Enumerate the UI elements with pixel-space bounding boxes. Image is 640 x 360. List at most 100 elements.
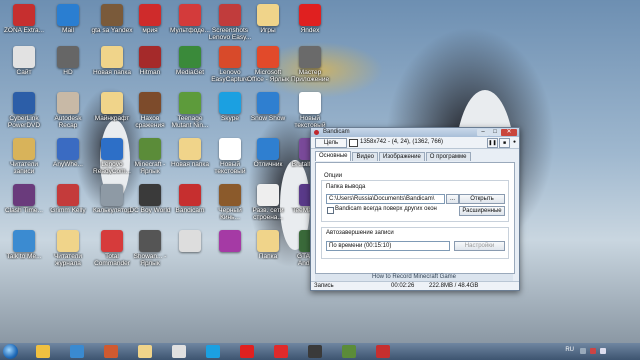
desktop-icon-label: HD bbox=[63, 69, 73, 76]
desktop-icon[interactable]: Teenage Mutant Nin... bbox=[168, 90, 212, 140]
app-icon bbox=[257, 184, 279, 206]
taskbar-app-icon[interactable] bbox=[376, 345, 390, 358]
taskbar-app-icon[interactable] bbox=[240, 345, 254, 358]
desktop-icon[interactable]: CyberLink PowerDVD bbox=[2, 90, 46, 140]
desktop-icon[interactable]: Talk to Me... bbox=[2, 228, 46, 278]
desktop-icon[interactable]: Читатели записи bbox=[2, 136, 46, 186]
output-folder-field[interactable]: C:\Users\Russia\Documents\Bandicam\ bbox=[326, 194, 445, 204]
desktop-icon[interactable]: Мастер Приложение bbox=[288, 44, 332, 94]
bandicam-titlebar[interactable]: Bandicam – □ ✕ bbox=[311, 128, 519, 137]
taskbar-app-icon[interactable] bbox=[70, 345, 84, 358]
desktop-icon[interactable]: Читатели журнала bbox=[46, 228, 90, 278]
app-icon bbox=[257, 230, 279, 252]
app-icon bbox=[139, 92, 161, 114]
app-icon bbox=[219, 230, 241, 252]
minimize-button[interactable]: – bbox=[477, 129, 489, 136]
app-icon bbox=[57, 230, 79, 252]
taskbar-app-icon[interactable] bbox=[172, 345, 186, 358]
desktop-icon[interactable]: AnyWhe... bbox=[46, 136, 90, 186]
tab-general[interactable]: Основные bbox=[315, 151, 352, 161]
desktop-icon-label: Отличник bbox=[253, 161, 283, 168]
taskbar-app-icon[interactable] bbox=[36, 345, 50, 358]
always-on-top-checkbox[interactable] bbox=[327, 207, 334, 214]
bandicam-tabs: Основные Видео Изображение О программе bbox=[311, 151, 519, 161]
desktop-icon[interactable]: Bandicam bbox=[168, 182, 212, 232]
app-icon bbox=[13, 46, 35, 68]
desktop-icon[interactable]: Hitman bbox=[128, 44, 172, 94]
desktop-icon-label: Snow Show bbox=[250, 115, 286, 122]
desktop-icon[interactable]: Разв. сети строена... bbox=[246, 182, 290, 232]
desktop-icon-label: Showan... - Ярлык bbox=[133, 253, 167, 267]
app-icon bbox=[139, 46, 161, 68]
desktop-icon[interactable] bbox=[168, 228, 212, 278]
desktop-icon[interactable]: Autodesk Recap bbox=[46, 90, 90, 140]
desktop-icon[interactable]: DC Boy World bbox=[128, 182, 172, 232]
desktop-icon[interactable]: Grimm Kelly bbox=[46, 182, 90, 232]
desktop-icon[interactable]: MediaGet bbox=[168, 44, 212, 94]
taskbar-app-icon[interactable] bbox=[138, 345, 152, 358]
taskbar-app-icon[interactable] bbox=[104, 345, 118, 358]
desktop-icon[interactable]: Showan... - Ярлык bbox=[128, 228, 172, 278]
autostop-field[interactable]: По времени (00:15:10) bbox=[326, 241, 450, 251]
desktop-icon[interactable]: Папка bbox=[246, 228, 290, 278]
autostop-settings-button[interactable]: Настройки bbox=[454, 241, 505, 251]
app-icon bbox=[101, 4, 123, 26]
taskbar-app-icon[interactable] bbox=[308, 345, 322, 358]
app-icon bbox=[13, 4, 35, 26]
language-indicator[interactable]: RU bbox=[565, 347, 574, 353]
start-button[interactable] bbox=[3, 344, 18, 359]
desktop-icon-label: Новая папка bbox=[171, 161, 209, 168]
network-icon[interactable] bbox=[580, 348, 586, 354]
stop-button[interactable]: ■ bbox=[499, 138, 510, 148]
app-icon bbox=[257, 46, 279, 68]
target-button[interactable]: Цель bbox=[315, 138, 347, 148]
options-group-title: Опции bbox=[324, 173, 343, 179]
status-bar: Запись 00:02:26 222.8MB / 48.4GB bbox=[311, 281, 519, 290]
app-icon bbox=[13, 230, 35, 252]
app-icon bbox=[219, 138, 241, 160]
volume-icon[interactable] bbox=[600, 348, 606, 354]
taskbar-app-icon[interactable] bbox=[274, 345, 288, 358]
help-banner-link[interactable]: How to Record Minecraft Game bbox=[315, 274, 513, 281]
desktop-icon[interactable]: Новая папка bbox=[168, 136, 212, 186]
desktop-icon-label: Сайт bbox=[16, 69, 32, 76]
record-button[interactable]: ● bbox=[511, 138, 518, 146]
browse-folder-button[interactable]: ... bbox=[446, 194, 459, 204]
desktop-icon-label: MediaGet bbox=[175, 69, 205, 76]
desktop-icon[interactable]: Microsoft Office - Ярлык bbox=[246, 44, 290, 94]
app-icon bbox=[179, 4, 201, 26]
app-icon bbox=[13, 138, 35, 160]
desktop-icon-label: Мастер Приложение bbox=[290, 69, 330, 83]
app-icon bbox=[57, 138, 79, 160]
app-icon bbox=[13, 184, 35, 206]
record-indicator-icon bbox=[314, 130, 319, 135]
desktop-icon[interactable]: Clash Time... bbox=[2, 182, 46, 232]
open-folder-button[interactable]: Открыть bbox=[459, 194, 505, 204]
desktop-icon-label: Яndex bbox=[300, 27, 320, 34]
app-icon bbox=[101, 138, 123, 160]
pause-button[interactable]: ❚❚ bbox=[487, 138, 498, 148]
close-button[interactable]: ✕ bbox=[501, 129, 517, 136]
tab-about[interactable]: О программе bbox=[425, 152, 471, 161]
taskbar-app-icon[interactable] bbox=[342, 345, 356, 358]
window-title: Bandicam bbox=[323, 129, 350, 135]
desktop-icon[interactable]: Сайт bbox=[2, 44, 46, 94]
autostop-group-title: Автозавершение записи bbox=[326, 230, 394, 236]
always-on-top-label: Bandicam всегда поверх других окон bbox=[335, 206, 437, 212]
tray-app-icon[interactable] bbox=[590, 348, 596, 354]
tab-video[interactable]: Видео bbox=[352, 152, 378, 161]
desktop-icon-label: мрия bbox=[142, 27, 158, 34]
taskbar-app-icon[interactable] bbox=[206, 345, 220, 358]
maximize-button[interactable]: □ bbox=[489, 129, 501, 136]
desktop-icon[interactable]: Нахов сражения bbox=[128, 90, 172, 140]
app-icon bbox=[139, 230, 161, 252]
app-icon bbox=[179, 46, 201, 68]
advanced-button[interactable]: Расширенные bbox=[459, 206, 505, 216]
desktop-icon[interactable]: Отличник bbox=[246, 136, 290, 186]
tab-image[interactable]: Изображение bbox=[379, 152, 425, 161]
desktop-icon[interactable]: Snow Show bbox=[246, 90, 290, 140]
desktop-icon[interactable]: Minecraft - Ярлык bbox=[128, 136, 172, 186]
app-icon bbox=[179, 92, 201, 114]
desktop-icon[interactable]: HD bbox=[46, 44, 90, 94]
app-icon bbox=[219, 184, 241, 206]
